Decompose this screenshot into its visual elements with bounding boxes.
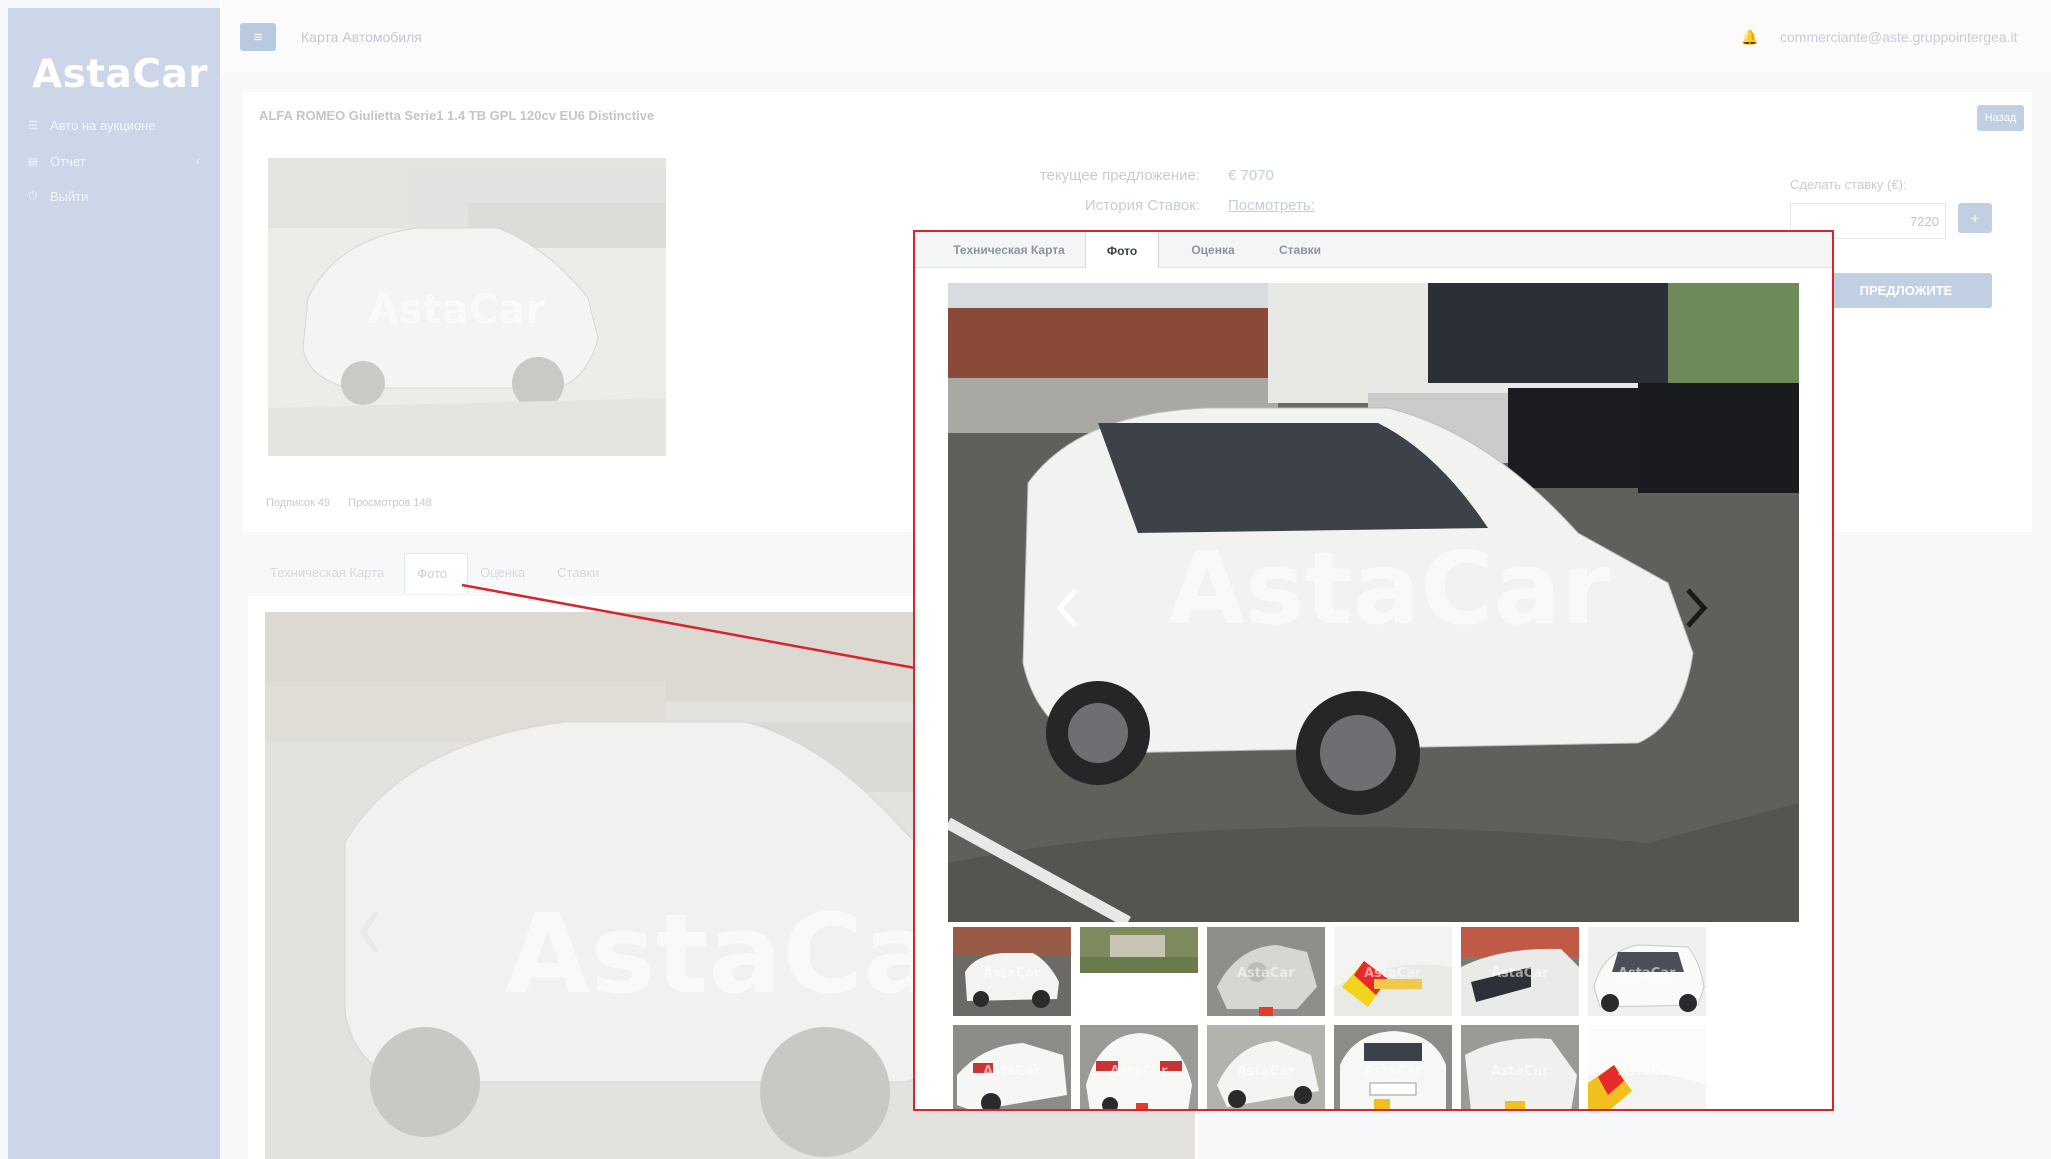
- svg-text:AstaCar: AstaCar: [1491, 1064, 1549, 1079]
- current-offer-value: € 7070: [1228, 166, 1274, 184]
- chevron-left-icon: ‹: [196, 154, 200, 168]
- gallery-thumbnail[interactable]: AstaCar: [1461, 927, 1579, 1016]
- sidebar: AstaCar ☰ Авто на аукционе ▤ Отчет ‹ ⏻ В…: [8, 8, 220, 1159]
- gallery-tabs: Техническая Карта Фото Оценка Ставки: [915, 232, 1832, 269]
- tab-rating[interactable]: Оценка: [468, 553, 545, 593]
- gallery-thumbnail[interactable]: AstaCar: [1461, 1025, 1579, 1109]
- user-email[interactable]: commerciante@aste.gruppointergea.it: [1780, 29, 2018, 45]
- gallery-next-button[interactable]: [1681, 583, 1711, 633]
- gallery-main-photo[interactable]: AstaCar: [948, 283, 1799, 922]
- tab-technical[interactable]: Техническая Карта: [258, 553, 404, 593]
- background-tabs: Техническая Карта Фото Оценка Ставки: [258, 553, 619, 593]
- gallery-thumbnail[interactable]: AstaCar: [1334, 927, 1452, 1016]
- increase-bid-button[interactable]: +: [1958, 203, 1992, 233]
- sidebar-item-label: Авто на аукционе: [50, 117, 156, 133]
- back-button[interactable]: Назад: [1977, 105, 2024, 131]
- svg-text:AstaCar: AstaCar: [1364, 1064, 1422, 1079]
- views-count: Просмотров 148: [348, 497, 432, 509]
- power-icon: ⏻: [28, 189, 38, 202]
- svg-text:AstaCar: AstaCar: [1491, 966, 1549, 981]
- watermark-text: AstaCar: [368, 287, 545, 333]
- tab-photo[interactable]: Фото: [404, 553, 469, 593]
- tab-photo[interactable]: Фото: [1085, 232, 1159, 269]
- gallery-thumbnail[interactable]: AstaCar: [1207, 927, 1325, 1016]
- tab-bids[interactable]: Ставки: [545, 553, 619, 593]
- sidebar-item-label: Отчет: [50, 153, 86, 169]
- list-icon: ☰: [28, 119, 38, 132]
- sidebar-item-auctions[interactable]: ☰ Авто на аукционе: [26, 110, 216, 140]
- chevron-right-icon: [1686, 588, 1708, 628]
- gallery-thumbnail[interactable]: AstaCar: [1588, 1025, 1706, 1109]
- bid-history-link[interactable]: Посмотреть:: [1228, 197, 1315, 214]
- svg-text:AstaCar: AstaCar: [1364, 966, 1422, 981]
- car-title: ALFA ROMEO Giulietta Serie1 1.4 TB GPL 1…: [259, 108, 655, 123]
- tab-rating[interactable]: Оценка: [1177, 232, 1249, 268]
- gallery-prev-button[interactable]: [1053, 583, 1083, 633]
- document-icon: ▤: [27, 155, 39, 168]
- car-photo-image: AstaCar: [268, 158, 666, 456]
- page: AstaCar ☰ Авто на аукционе ▤ Отчет ‹ ⏻ В…: [0, 0, 2051, 1159]
- sidebar-item-report[interactable]: ▤ Отчет ‹: [26, 146, 216, 176]
- tab-bids[interactable]: Ставки: [1265, 232, 1335, 268]
- bid-history-label: История Ставок:: [1084, 196, 1200, 214]
- zoom-callout: Техническая Карта Фото Оценка Ставки Ast…: [913, 230, 1834, 1111]
- sidebar-item-logout[interactable]: ⏻ Выйти: [26, 181, 216, 211]
- gallery-thumbnail[interactable]: AstaCar: [1080, 1025, 1198, 1109]
- gallery-thumbnail[interactable]: AstaCar: [953, 927, 1071, 1016]
- chevron-left-icon: [1056, 588, 1078, 628]
- hamburger-icon: ≡: [253, 28, 263, 46]
- page-title: Карта Автомобиля: [301, 29, 422, 45]
- gallery-thumbnail[interactable]: AstaCar: [1207, 1025, 1325, 1109]
- sidebar-item-label: Выйти: [50, 188, 89, 204]
- svg-text:AstaCar: AstaCar: [983, 1064, 1041, 1079]
- svg-text:AstaCar: AstaCar: [1110, 1064, 1168, 1079]
- bid-info: текущее предложение: € 7070 История Став…: [1000, 160, 1315, 220]
- car-stats: Подписок 49 Просмотров 148: [266, 497, 432, 509]
- gallery-thumbnail[interactable]: AstaCar: [953, 1025, 1071, 1109]
- gallery-watermark: AstaCar: [1168, 530, 1611, 647]
- offer-button[interactable]: ПРЕДЛОЖИТЕ: [1820, 273, 1992, 308]
- svg-text:AstaCar: AstaCar: [1237, 1064, 1295, 1079]
- astacar-logo[interactable]: AstaCar: [32, 52, 208, 97]
- svg-text:AstaCar: AstaCar: [1237, 966, 1295, 981]
- top-bar: [220, 0, 2051, 74]
- make-bid-label: Сделать ставку (€):: [1790, 177, 1907, 192]
- subscriptions-count: Подписок 49: [266, 497, 331, 509]
- bell-icon[interactable]: 🔔: [1741, 29, 1758, 46]
- svg-text:AstaCar: AstaCar: [1618, 1064, 1676, 1079]
- svg-text:AstaCar: AstaCar: [983, 966, 1041, 981]
- menu-toggle-button[interactable]: ≡: [240, 23, 276, 51]
- tab-technical[interactable]: Техническая Карта: [934, 232, 1084, 268]
- car-main-photo[interactable]: AstaCar: [268, 158, 666, 456]
- svg-text:AstaCar: AstaCar: [1618, 966, 1676, 981]
- gallery-thumbnail[interactable]: AstaCar: [1334, 1025, 1452, 1109]
- gallery-thumbnail[interactable]: AstaCar: [1588, 927, 1706, 1016]
- gallery-thumbnail[interactable]: [1080, 927, 1198, 1016]
- current-offer-label: текущее предложение:: [1039, 166, 1200, 184]
